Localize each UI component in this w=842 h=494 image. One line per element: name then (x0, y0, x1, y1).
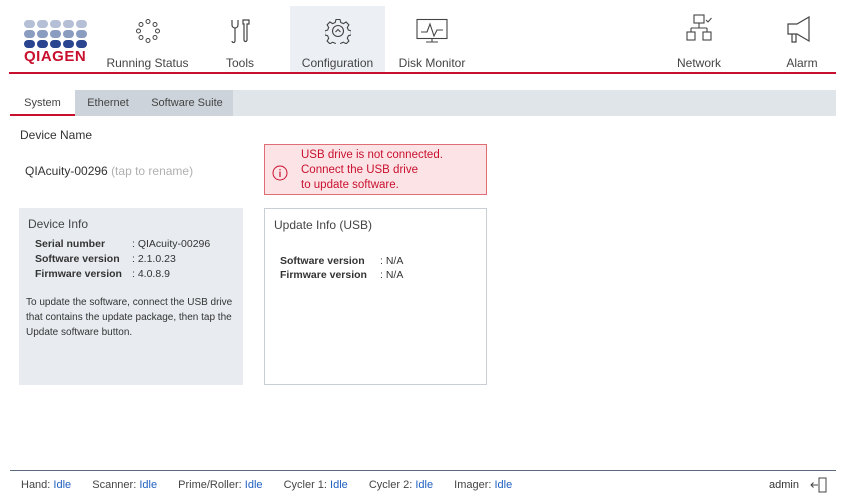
usb-alert: USB drive is not connected. Connect the … (264, 144, 487, 195)
device-info-title: Device Info (28, 217, 89, 231)
nav-tools-label: Tools (225, 56, 254, 70)
top-navigation: QIAGEN Running Status Tools Configuratio… (0, 0, 842, 74)
firmware-version-key: Firmware version (35, 268, 122, 280)
wrench-screwdriver-icon (231, 19, 250, 44)
usb-firmware-version-key: Firmware version (280, 269, 367, 281)
status-scanner: Scanner: Idle (92, 479, 158, 491)
firmware-version-value: : 4.0.8.9 (132, 268, 170, 280)
rename-hint: (tap to rename) (111, 164, 194, 178)
nav-alarm[interactable]: Alarm (776, 6, 828, 72)
nav-network-label: Network (676, 56, 721, 70)
monitor-graph-icon (416, 18, 448, 43)
current-user: admin (769, 479, 799, 491)
network-icon (686, 14, 712, 41)
tab-software-suite[interactable]: Software Suite (141, 90, 233, 116)
status-imager: Imager: Idle (454, 479, 513, 491)
logo-wordmark: QIAGEN (24, 48, 87, 65)
usb-alert-line1: USB drive is not connected. (301, 149, 443, 161)
software-version-key: Software version (35, 253, 120, 265)
status-bar-divider (10, 470, 836, 471)
usb-alert-line3: to update software. (301, 179, 399, 191)
nav-network[interactable]: Network (668, 6, 730, 72)
update-info-title: Update Info (USB) (274, 218, 373, 232)
usb-alert-text: USB drive is not connected. Connect the … (301, 148, 443, 193)
logo-dots (24, 20, 96, 48)
update-help-text: To update the software, connect the USB … (26, 297, 233, 338)
nav-disk-monitor[interactable]: Disk Monitor (393, 6, 471, 72)
device-info-row: Firmware version : 4.0.8.9 (35, 268, 170, 280)
megaphone-icon (787, 16, 810, 43)
gear-icon (324, 18, 351, 44)
usb-alert-line2: Connect the USB drive (301, 164, 418, 176)
usb-software-version-value: : N/A (380, 255, 404, 267)
device-name-label: Device Name (20, 128, 93, 142)
software-version-value: : 2.1.0.23 (132, 253, 176, 265)
device-name-value: QIAcuity-00296 (25, 164, 108, 178)
nav-disk-monitor-label: Disk Monitor (398, 56, 466, 70)
update-info-row: Software version : N/A (280, 255, 403, 267)
usb-software-version-key: Software version (280, 255, 365, 267)
nav-running-status-label: Running Status (106, 56, 189, 70)
logout-icon[interactable] (810, 476, 828, 494)
status-cycler-2: Cycler 2: Idle (368, 479, 434, 491)
status-prime-roller: Prime/Roller: Idle (178, 479, 263, 491)
nav-configuration-label: Configuration (301, 56, 374, 70)
nav-alarm-label: Alarm (786, 56, 818, 70)
update-info-panel: Update Info (USB) Software version: N/A … (264, 208, 487, 385)
status-hand: Hand: Idle (21, 479, 72, 491)
tab-strip: System Ethernet Software Suite (10, 90, 836, 116)
header-divider (9, 72, 836, 74)
serial-number-value: : QIAcuity-00296 (132, 238, 211, 250)
device-info-row: Software version : 2.1.0.23 (35, 253, 176, 265)
update-info-row: Firmware version : N/A (280, 269, 403, 281)
status-bar: Hand: Idle Scanner: Idle Prime/Roller: I… (21, 479, 530, 491)
usb-firmware-version-value: : N/A (380, 269, 404, 281)
tab-system[interactable]: System (10, 90, 75, 116)
device-name-field[interactable]: QIAcuity-00296 (tap to rename) (25, 164, 193, 178)
info-circle-icon (272, 165, 288, 181)
dots-circle-icon (135, 19, 160, 43)
serial-number-key: Serial number (35, 238, 106, 250)
status-cycler-1: Cycler 1: Idle (283, 479, 348, 491)
qiagen-logo: QIAGEN (24, 20, 96, 74)
device-info-row: Serial number : QIAcuity-00296 (35, 238, 210, 250)
tab-ethernet[interactable]: Ethernet (75, 90, 141, 116)
device-info-panel: Device Info Serial number : QIAcuity-0029… (19, 208, 243, 385)
nav-running-status[interactable]: Running Status (105, 6, 190, 72)
nav-configuration[interactable]: Configuration (290, 6, 385, 72)
nav-tools[interactable]: Tools (210, 6, 270, 72)
